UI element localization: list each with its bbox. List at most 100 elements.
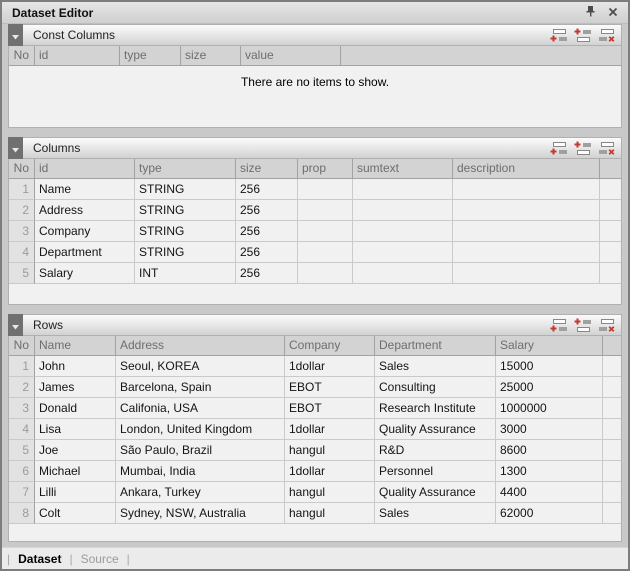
data-cell[interactable]: 4400 xyxy=(496,482,603,503)
data-cell[interactable]: Company xyxy=(35,221,135,242)
row-number-cell[interactable]: 1 xyxy=(9,356,35,377)
data-cell[interactable]: 256 xyxy=(236,221,298,242)
data-cell[interactable]: Name xyxy=(35,179,135,200)
data-cell[interactable]: Michael xyxy=(35,461,116,482)
data-cell[interactable]: James xyxy=(35,377,116,398)
data-cell[interactable]: STRING xyxy=(135,179,236,200)
row-number-cell[interactable]: 5 xyxy=(9,440,35,461)
data-cell[interactable]: STRING xyxy=(135,242,236,263)
row-number-cell[interactable]: 3 xyxy=(9,398,35,419)
data-cell[interactable] xyxy=(453,263,600,284)
data-cell[interactable]: Colt xyxy=(35,503,116,524)
data-cell[interactable]: 15000 xyxy=(496,356,603,377)
data-cell[interactable]: Joe xyxy=(35,440,116,461)
data-cell[interactable]: 3000 xyxy=(496,419,603,440)
data-cell[interactable]: 62000 xyxy=(496,503,603,524)
add-row-button[interactable] xyxy=(550,318,568,333)
add-row-button[interactable] xyxy=(550,141,568,156)
collapse-button[interactable] xyxy=(8,314,23,336)
data-cell[interactable]: 1dollar xyxy=(285,419,375,440)
data-cell[interactable]: EBOT xyxy=(285,398,375,419)
data-cell[interactable] xyxy=(298,179,353,200)
tab-dataset[interactable]: Dataset xyxy=(18,552,61,566)
data-cell[interactable] xyxy=(353,242,453,263)
data-cell[interactable]: Lilli xyxy=(35,482,116,503)
insert-row-button[interactable] xyxy=(574,318,592,333)
data-cell[interactable] xyxy=(298,242,353,263)
data-cell[interactable]: 1300 xyxy=(496,461,603,482)
data-cell[interactable]: Salary xyxy=(35,263,135,284)
data-cell[interactable] xyxy=(353,221,453,242)
data-cell[interactable]: Quality Assurance xyxy=(375,419,496,440)
data-cell[interactable]: Sydney, NSW, Australia xyxy=(116,503,285,524)
data-cell[interactable]: 1000000 xyxy=(496,398,603,419)
data-cell[interactable] xyxy=(453,200,600,221)
row-number-cell[interactable]: 1 xyxy=(9,179,35,200)
data-cell[interactable]: London, United Kingdom xyxy=(116,419,285,440)
data-cell[interactable]: 256 xyxy=(236,242,298,263)
data-cell[interactable]: Sales xyxy=(375,503,496,524)
data-cell[interactable]: Department xyxy=(35,242,135,263)
data-cell[interactable]: Personnel xyxy=(375,461,496,482)
insert-row-button[interactable] xyxy=(574,141,592,156)
data-cell[interactable] xyxy=(298,263,353,284)
data-cell[interactable]: 1dollar xyxy=(285,356,375,377)
data-cell[interactable]: Mumbai, India xyxy=(116,461,285,482)
data-cell[interactable]: Address xyxy=(35,200,135,221)
delete-row-button[interactable] xyxy=(598,28,616,43)
row-number-cell[interactable]: 4 xyxy=(9,419,35,440)
data-cell[interactable]: John xyxy=(35,356,116,377)
data-cell[interactable]: 256 xyxy=(236,179,298,200)
data-cell[interactable] xyxy=(353,263,453,284)
data-cell[interactable]: 256 xyxy=(236,200,298,221)
data-cell[interactable]: hangul xyxy=(285,503,375,524)
data-cell[interactable]: 1dollar xyxy=(285,461,375,482)
data-cell[interactable]: INT xyxy=(135,263,236,284)
data-cell[interactable]: Barcelona, Spain xyxy=(116,377,285,398)
data-cell[interactable] xyxy=(353,179,453,200)
data-cell[interactable] xyxy=(453,179,600,200)
delete-row-button[interactable] xyxy=(598,318,616,333)
row-number-cell[interactable]: 8 xyxy=(9,503,35,524)
data-cell[interactable]: Donald xyxy=(35,398,116,419)
data-cell[interactable]: Lisa xyxy=(35,419,116,440)
data-cell[interactable]: EBOT xyxy=(285,377,375,398)
row-number-cell[interactable]: 3 xyxy=(9,221,35,242)
row-number-cell[interactable]: 2 xyxy=(9,200,35,221)
close-button[interactable] xyxy=(608,5,618,20)
pin-button[interactable] xyxy=(585,5,596,20)
row-number-cell[interactable]: 7 xyxy=(9,482,35,503)
empty-message: There are no items to show. xyxy=(9,75,621,89)
data-cell[interactable]: R&D xyxy=(375,440,496,461)
row-number-cell[interactable]: 6 xyxy=(9,461,35,482)
row-number-cell[interactable]: 5 xyxy=(9,263,35,284)
collapse-button[interactable] xyxy=(8,137,23,159)
data-cell[interactable] xyxy=(453,221,600,242)
data-cell[interactable]: Seoul, KOREA xyxy=(116,356,285,377)
data-cell[interactable]: Califonia, USA xyxy=(116,398,285,419)
data-cell[interactable] xyxy=(453,242,600,263)
data-cell[interactable]: Ankara, Turkey xyxy=(116,482,285,503)
data-cell[interactable]: STRING xyxy=(135,200,236,221)
row-number-cell[interactable]: 2 xyxy=(9,377,35,398)
data-cell[interactable]: 25000 xyxy=(496,377,603,398)
data-cell[interactable]: 256 xyxy=(236,263,298,284)
data-cell[interactable] xyxy=(298,221,353,242)
data-cell[interactable]: São Paulo, Brazil xyxy=(116,440,285,461)
data-cell[interactable]: hangul xyxy=(285,440,375,461)
collapse-button[interactable] xyxy=(8,24,23,46)
delete-row-button[interactable] xyxy=(598,141,616,156)
row-number-cell[interactable]: 4 xyxy=(9,242,35,263)
data-cell[interactable]: 8600 xyxy=(496,440,603,461)
data-cell[interactable]: Sales xyxy=(375,356,496,377)
data-cell[interactable]: Research Institute xyxy=(375,398,496,419)
data-cell[interactable]: Quality Assurance xyxy=(375,482,496,503)
data-cell[interactable] xyxy=(298,200,353,221)
data-cell[interactable]: hangul xyxy=(285,482,375,503)
insert-row-button[interactable] xyxy=(574,28,592,43)
data-cell[interactable]: STRING xyxy=(135,221,236,242)
data-cell[interactable]: Consulting xyxy=(375,377,496,398)
data-cell[interactable] xyxy=(353,200,453,221)
tab-source[interactable]: Source xyxy=(81,552,119,566)
add-row-button[interactable] xyxy=(550,28,568,43)
